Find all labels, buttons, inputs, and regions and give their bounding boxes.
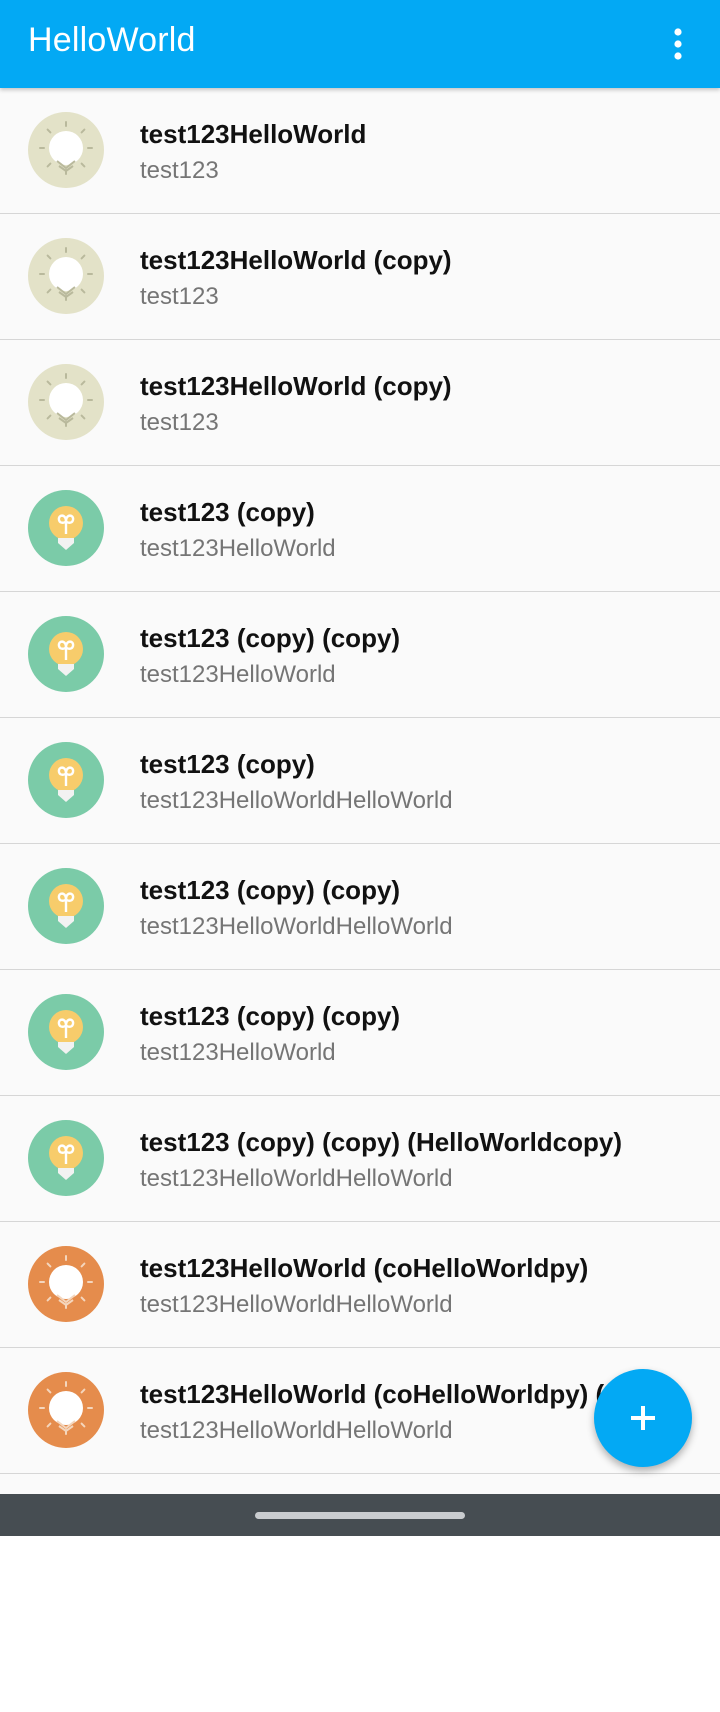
- item-title: test123 (copy) (copy): [140, 875, 401, 905]
- lightbulb-idea-icon: [28, 994, 104, 1070]
- list-item[interactable]: test123 (copy) (copy) (HelloWorldcopy) te…: [0, 1096, 720, 1222]
- lightbulb-idea-icon: [28, 742, 104, 818]
- item-title: test123HelloWorld (coHelloWorldpy): [140, 1253, 589, 1283]
- list-item[interactable]: test123HelloWorld (copy) test123: [0, 340, 720, 466]
- item-title: test123 (copy): [140, 497, 315, 527]
- lightbulb-sun-icon: [28, 1246, 104, 1322]
- home-gesture-handle[interactable]: [255, 1512, 465, 1519]
- item-title: test123HelloWorld (coHelloWorldpy) (copy…: [140, 1379, 674, 1409]
- list-item[interactable]: test123 (copy) (copy) test123HelloWorldHe…: [0, 844, 720, 970]
- app-title: HelloWorld: [28, 21, 196, 59]
- item-title: test123 (copy) (copy) (HelloWorldcopy): [140, 1127, 623, 1157]
- list-item[interactable]: test123 (copy) (copy) test123HelloWorld: [0, 592, 720, 718]
- item-title: test123 (copy): [140, 749, 315, 779]
- app-bar: HelloWorld: [0, 0, 720, 88]
- plus-icon: [631, 1406, 655, 1430]
- list-item[interactable]: test123HelloWorld test123: [0, 88, 720, 214]
- list-item[interactable]: test123HelloWorld (coHelloWorldpy) test12…: [0, 1222, 720, 1348]
- item-subtitle: test123: [140, 283, 219, 310]
- lightbulb-idea-icon: [28, 616, 104, 692]
- item-subtitle: test123HelloWorld: [140, 661, 336, 688]
- lightbulb-sun-icon: [28, 238, 104, 314]
- item-subtitle: test123HelloWorldHelloWorld: [140, 1165, 453, 1192]
- item-subtitle: test123: [140, 409, 219, 436]
- item-title: test123HelloWorld (copy): [140, 245, 452, 275]
- lightbulb-idea-icon: [28, 868, 104, 944]
- more-vertical-icon: [674, 28, 682, 60]
- list-item[interactable]: test123 (copy) test123HelloWorld: [0, 466, 720, 592]
- item-subtitle: test123HelloWorldHelloWorld: [140, 787, 453, 814]
- item-subtitle: test123HelloWorldHelloWorld: [140, 1417, 453, 1444]
- add-button[interactable]: [594, 1369, 692, 1467]
- app-screen: HelloWorld test123HelloWorld test123 test1…: [0, 0, 720, 1536]
- item-subtitle: test123HelloWorld: [140, 535, 336, 562]
- item-title: test123 (copy) (copy): [140, 623, 401, 653]
- idea-list: test123HelloWorld test123 test123HelloWorl…: [0, 88, 720, 1474]
- system-nav-bar: [0, 1494, 720, 1536]
- lightbulb-sun-icon: [28, 112, 104, 188]
- item-title: test123HelloWorld (copy): [140, 371, 452, 401]
- lightbulb-idea-icon: [28, 490, 104, 566]
- item-subtitle: test123HelloWorld: [140, 1039, 336, 1066]
- list-item[interactable]: test123 (copy) test123HelloWorldHelloWorl…: [0, 718, 720, 844]
- list-item[interactable]: test123 (copy) (copy) test123HelloWorld: [0, 970, 720, 1096]
- item-title: test123HelloWorld: [140, 119, 367, 149]
- item-title: test123 (copy) (copy): [140, 1001, 401, 1031]
- lightbulb-sun-icon: [28, 364, 104, 440]
- item-subtitle: test123HelloWorldHelloWorld: [140, 913, 453, 940]
- overflow-menu-button[interactable]: [650, 16, 706, 72]
- lightbulb-sun-icon: [28, 1372, 104, 1448]
- item-subtitle: test123HelloWorldHelloWorld: [140, 1291, 453, 1318]
- lightbulb-idea-icon: [28, 1120, 104, 1196]
- list-item[interactable]: test123HelloWorld (copy) test123: [0, 214, 720, 340]
- item-subtitle: test123: [140, 157, 219, 184]
